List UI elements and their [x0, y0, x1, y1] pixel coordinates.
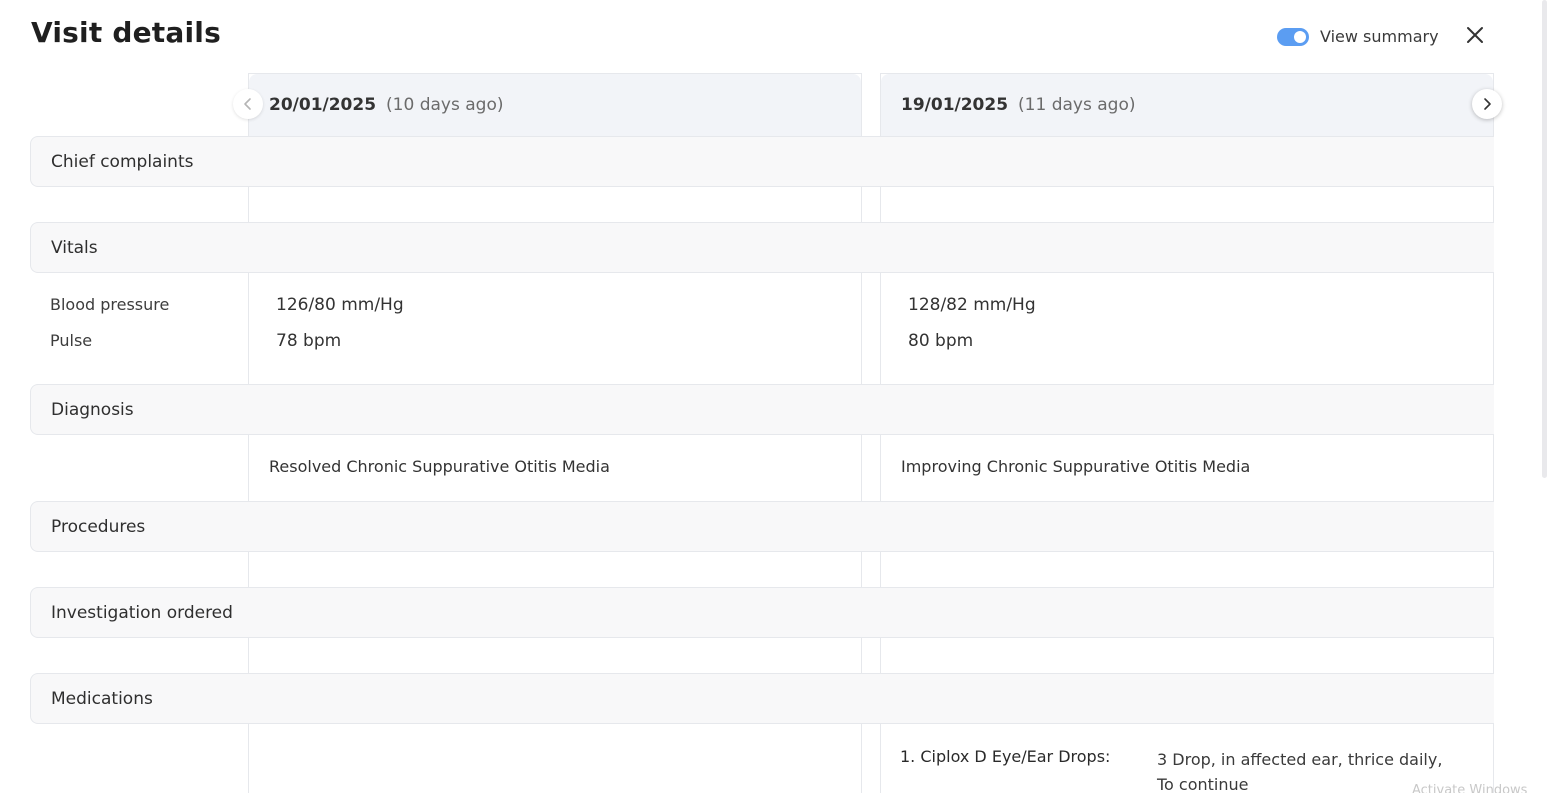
vital-label-blood-pressure: Blood pressure [50, 295, 170, 314]
blood-pressure-value: 126/80 mm/Hg [276, 295, 404, 315]
visit-date: 20/01/2025 [269, 95, 377, 115]
section-vitals: Vitals [30, 222, 1494, 273]
medication-dosage-line: 3 Drop, in affected ear, thrice daily, [1157, 750, 1443, 769]
toggle-switch[interactable] [1277, 27, 1309, 46]
vital-label-pulse: Pulse [50, 331, 93, 350]
os-watermark: Activate Windows [1412, 783, 1528, 793]
section-chief-complaints: Chief complaints [30, 136, 1494, 187]
chevron-right-icon [1484, 98, 1491, 110]
chevron-left-icon [244, 98, 251, 110]
diagnosis-text: Improving Chronic Suppurative Otitis Med… [901, 457, 1251, 476]
page-title: Visit details [31, 16, 221, 49]
section-investigation-ordered: Investigation ordered [30, 587, 1494, 638]
medication-name: 1. Ciplox D Eye/Ear Drops: [900, 747, 1111, 766]
section-diagnosis: Diagnosis [30, 384, 1494, 435]
scrollbar-thumb[interactable] [1542, 0, 1547, 478]
blood-pressure-value: 128/82 mm/Hg [908, 295, 1036, 315]
diagnosis-text: Resolved Chronic Suppurative Otitis Medi… [269, 457, 610, 476]
toggle-knob [1294, 30, 1306, 43]
view-summary-toggle[interactable]: View summary [1277, 27, 1439, 46]
visit-column-header: 20/01/2025 (10 days ago) [249, 74, 861, 137]
visit-column-header: 19/01/2025 (11 days ago) [881, 74, 1493, 137]
visit-relative-date: (11 days ago) [1018, 95, 1136, 115]
close-button[interactable] [1463, 22, 1487, 48]
section-procedures: Procedures [30, 501, 1494, 552]
previous-visit-button[interactable] [233, 89, 263, 119]
close-icon [1467, 27, 1483, 43]
pulse-value: 78 bpm [276, 331, 342, 351]
next-visit-button[interactable] [1472, 89, 1502, 119]
section-medications: Medications [30, 673, 1494, 724]
pulse-value: 80 bpm [908, 331, 974, 351]
visit-relative-date: (10 days ago) [386, 95, 504, 115]
visit-date: 19/01/2025 [901, 95, 1009, 115]
view-summary-label: View summary [1320, 27, 1439, 46]
